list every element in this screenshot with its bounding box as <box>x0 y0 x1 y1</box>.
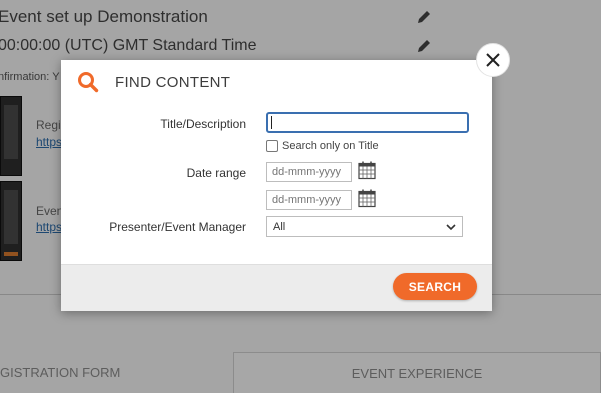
title-description-label: Title/Description <box>160 117 246 131</box>
search-icon <box>78 72 99 93</box>
find-content-dialog: FIND CONTENT Title/Description Search on… <box>61 60 492 311</box>
dialog-header: FIND CONTENT <box>77 70 230 94</box>
dialog-title: FIND CONTENT <box>115 73 231 91</box>
presenter-event-manager-label: Presenter/Event Manager <box>109 220 246 234</box>
close-dialog-button[interactable] <box>476 43 510 77</box>
calendar-icon[interactable] <box>357 160 377 180</box>
calendar-icon[interactable] <box>357 188 377 208</box>
date-to-input[interactable] <box>266 190 352 210</box>
title-description-input[interactable] <box>266 112 469 133</box>
title-only-checkbox[interactable] <box>266 140 278 152</box>
chevron-down-icon <box>446 223 456 230</box>
date-from-input[interactable] <box>266 162 352 182</box>
title-only-label[interactable]: Search only on Title <box>282 140 379 152</box>
presenter-selected-value: All <box>273 220 286 233</box>
presenter-select[interactable]: All <box>266 216 463 237</box>
search-button[interactable]: SEARCH <box>393 273 477 300</box>
date-range-label: Date range <box>186 166 246 180</box>
title-only-option[interactable]: Search only on Title <box>266 140 379 152</box>
text-cursor <box>271 116 272 129</box>
close-icon <box>486 53 500 67</box>
